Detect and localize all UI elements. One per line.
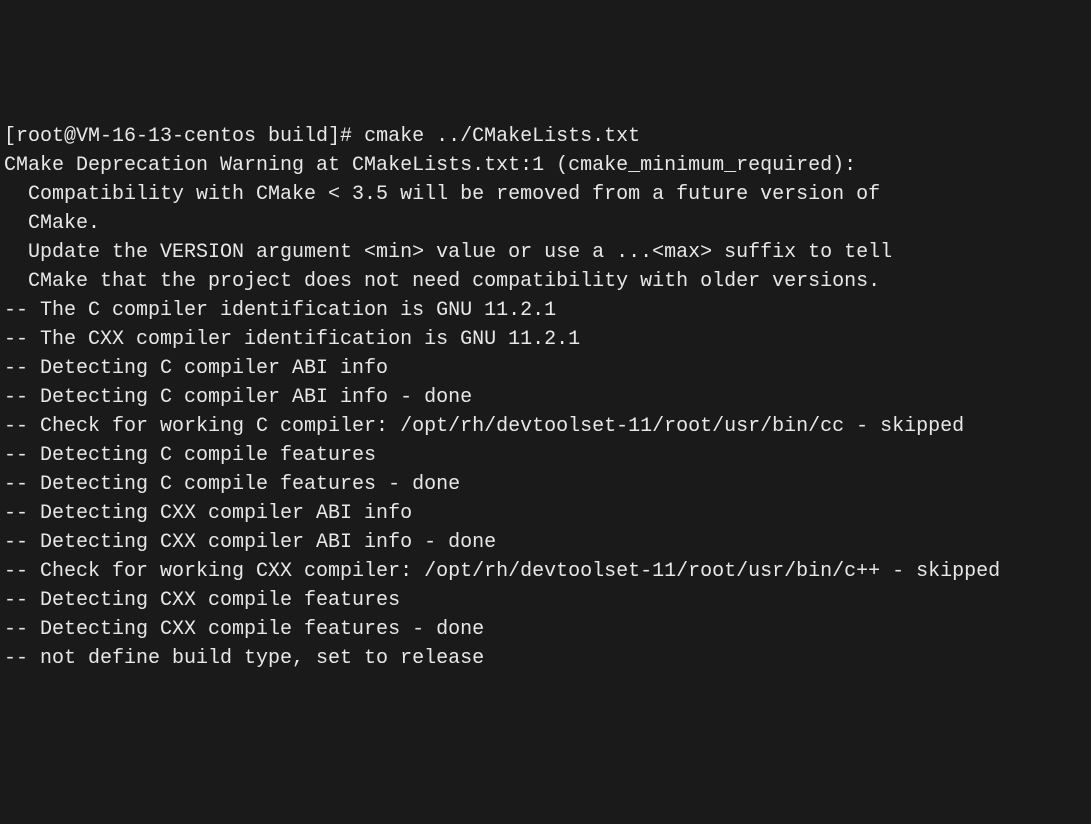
output-line: -- Detecting C compiler ABI info xyxy=(4,354,1087,383)
output-line: -- Detecting CXX compile features - done xyxy=(4,615,1087,644)
output-line: CMake. xyxy=(4,209,1087,238)
output-line: -- The C compiler identification is GNU … xyxy=(4,296,1087,325)
output-line: -- Detecting CXX compiler ABI info - don… xyxy=(4,528,1087,557)
command-text: cmake ../CMakeLists.txt xyxy=(364,125,640,148)
output-line: -- Detecting C compiler ABI info - done xyxy=(4,383,1087,412)
output-line: -- not define build type, set to release xyxy=(4,644,1087,673)
shell-prompt: [root@VM-16-13-centos build]# xyxy=(4,125,364,148)
output-line: -- The CXX compiler identification is GN… xyxy=(4,325,1087,354)
output-line: CMake Deprecation Warning at CMakeLists.… xyxy=(4,151,1087,180)
output-line: -- Detecting CXX compiler ABI info xyxy=(4,499,1087,528)
output-line: Update the VERSION argument <min> value … xyxy=(4,238,1087,267)
output-line: -- Detecting CXX compile features xyxy=(4,586,1087,615)
output-line: -- Detecting C compile features - done xyxy=(4,470,1087,499)
terminal-output[interactable]: [root@VM-16-13-centos build]# cmake ../C… xyxy=(4,122,1087,673)
output-line: CMake that the project does not need com… xyxy=(4,267,1087,296)
output-line: -- Check for working C compiler: /opt/rh… xyxy=(4,412,1087,441)
command-line: [root@VM-16-13-centos build]# cmake ../C… xyxy=(4,122,1087,151)
output-line: -- Detecting C compile features xyxy=(4,441,1087,470)
output-line: -- Check for working CXX compiler: /opt/… xyxy=(4,557,1087,586)
output-line: Compatibility with CMake < 3.5 will be r… xyxy=(4,180,1087,209)
